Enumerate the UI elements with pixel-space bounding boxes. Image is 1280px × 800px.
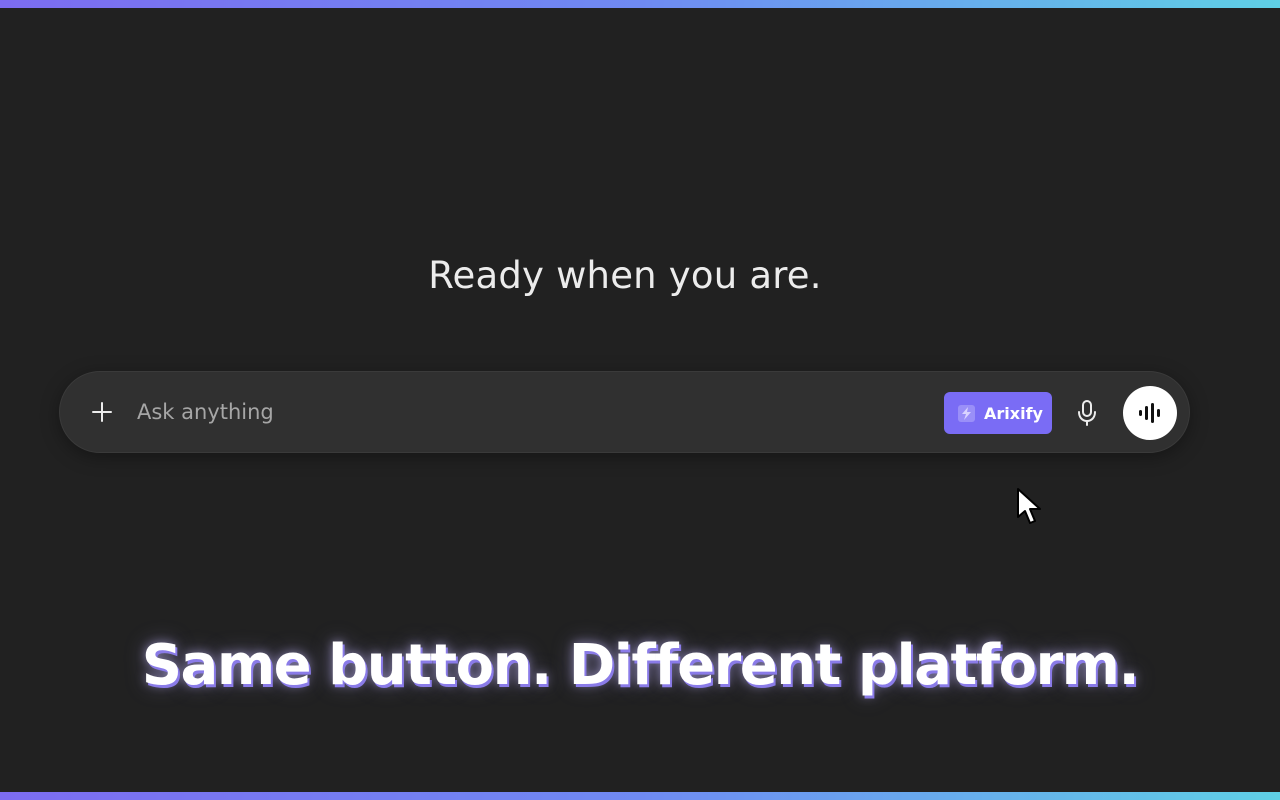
dictate-button[interactable] (1068, 394, 1106, 432)
voice-mode-button[interactable] (1123, 386, 1177, 440)
add-attachment-button[interactable] (84, 394, 120, 430)
microphone-icon (1078, 400, 1096, 426)
chat-composer: Arixify (59, 371, 1190, 453)
prompt-input[interactable] (137, 392, 927, 432)
arixify-label: Arixify (984, 403, 1043, 423)
waveform-icon (1139, 403, 1160, 423)
app-window: Ready when you are. Arixify (0, 0, 1280, 800)
plus-icon (92, 402, 112, 422)
caption-text: Same button. Different platform. (141, 633, 1140, 698)
arixify-button[interactable]: Arixify (944, 392, 1052, 434)
top-gradient-bar (0, 0, 1280, 8)
lightning-icon (958, 404, 975, 422)
bottom-gradient-bar (0, 792, 1280, 800)
page-title: Ready when you are. (428, 254, 822, 297)
mouse-cursor-icon (1017, 488, 1041, 524)
